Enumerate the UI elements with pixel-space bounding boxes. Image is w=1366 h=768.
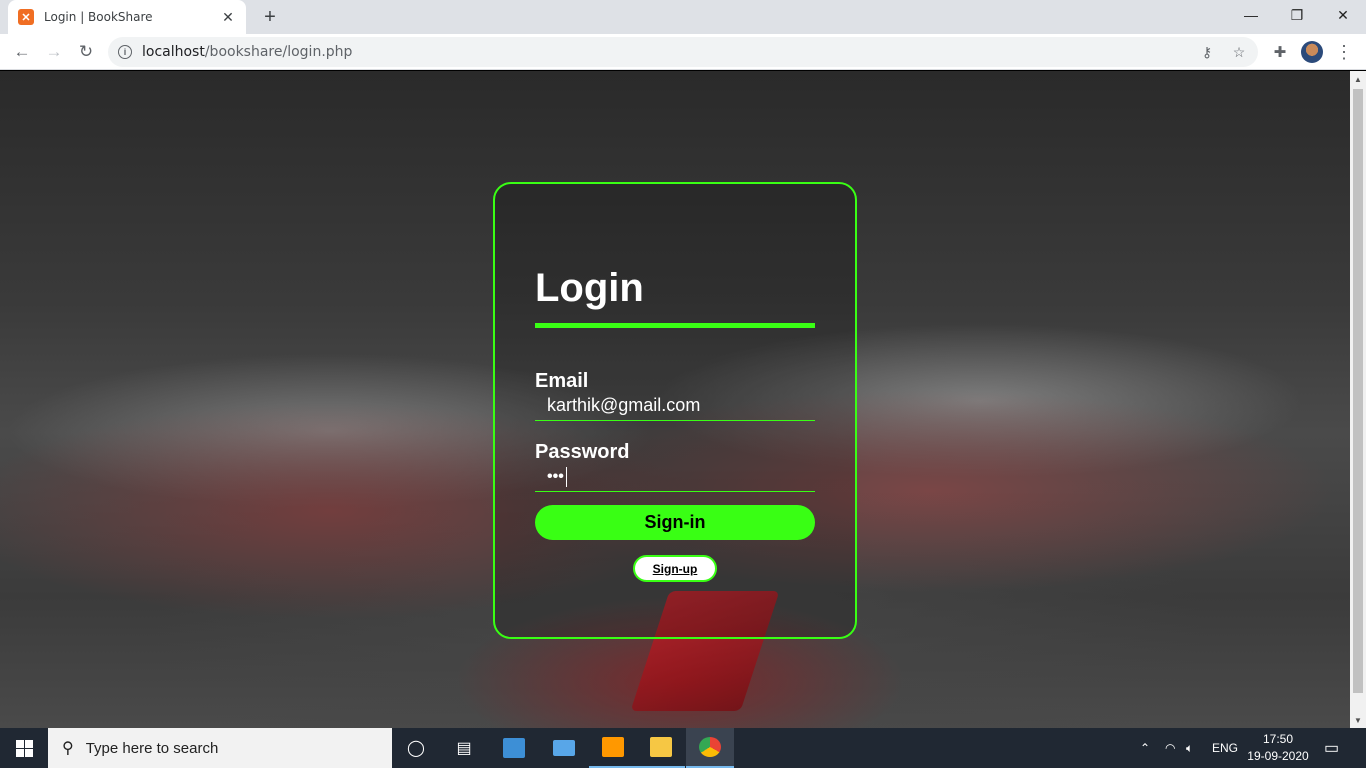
back-button[interactable]: ←	[8, 38, 36, 66]
task-view-icon[interactable]: ▤	[440, 728, 488, 768]
search-placeholder: Type here to search	[85, 739, 219, 757]
control-panel-icon[interactable]	[490, 728, 538, 768]
scroll-thumb[interactable]	[1353, 89, 1363, 693]
search-icon: ⚲	[62, 740, 74, 757]
url-path: /bookshare/login.php	[204, 44, 353, 60]
url-host: localhost	[142, 44, 205, 60]
taskbar: ⚲ Type here to search ◯ ▤ ⌃ ◠ 🔈︎ ENG 17:…	[0, 728, 1366, 768]
chrome-icon[interactable]	[686, 728, 734, 768]
tab-title: Login | BookShare	[44, 10, 153, 24]
email-label: Email	[535, 370, 589, 392]
tab-close-icon[interactable]: ✕	[220, 9, 236, 26]
site-info-icon[interactable]: i	[118, 45, 132, 59]
start-button[interactable]	[0, 728, 48, 768]
login-title: Login	[535, 266, 644, 310]
extensions-icon[interactable]: ✚	[1266, 38, 1294, 66]
clock-date: 19-09-2020	[1247, 749, 1309, 763]
restore-button[interactable]: ❐	[1274, 0, 1320, 30]
signin-button[interactable]: Sign-in	[535, 505, 815, 540]
forward-button[interactable]: →	[40, 38, 68, 66]
menu-icon[interactable]: ⋮	[1330, 38, 1358, 66]
password-field[interactable]: •••	[535, 462, 815, 492]
login-card: Login Email Password ••• Sign-in Sign-up	[493, 182, 857, 639]
windows-logo-icon	[15, 739, 33, 757]
file-explorer-icon[interactable]	[637, 728, 685, 768]
email-field[interactable]	[535, 391, 815, 421]
page-background: Login Email Password ••• Sign-in Sign-up	[0, 71, 1350, 728]
title-underline	[535, 323, 815, 328]
password-label: Password	[535, 441, 630, 463]
cortana-icon[interactable]: ◯	[392, 728, 440, 768]
taskbar-search[interactable]: ⚲ Type here to search	[48, 728, 392, 768]
notifications-icon[interactable]: ▭	[1324, 728, 1339, 768]
browser-toolbar: ← → ↻ i localhost/bookshare/login.php ⚷ …	[0, 34, 1366, 70]
minimize-button[interactable]: —	[1228, 0, 1274, 30]
avatar	[1301, 41, 1323, 63]
browser-tab[interactable]: ✕ Login | BookShare ✕	[8, 0, 246, 34]
tab-strip: ✕ Login | BookShare ✕ + — ❐ ✕	[0, 0, 1366, 34]
key-icon[interactable]: ⚷	[1196, 41, 1218, 63]
close-window-button[interactable]: ✕	[1320, 0, 1366, 30]
scroll-up-icon[interactable]: ▲	[1350, 71, 1366, 87]
scroll-down-icon[interactable]: ▼	[1350, 712, 1366, 728]
text-caret	[566, 467, 567, 487]
page-scrollbar[interactable]: ▲ ▼	[1350, 71, 1366, 728]
clock-time: 17:50	[1262, 732, 1294, 746]
bookmark-star-icon[interactable]: ☆	[1228, 41, 1250, 63]
sublime-text-icon[interactable]	[589, 728, 637, 768]
address-bar[interactable]: i localhost/bookshare/login.php ⚷ ☆	[108, 37, 1258, 67]
xampp-icon: ✕	[18, 9, 34, 25]
this-pc-icon[interactable]	[540, 728, 588, 768]
volume-icon[interactable]: 🔈︎	[1186, 728, 1193, 768]
network-icon[interactable]: ◠	[1165, 728, 1175, 768]
system-clock[interactable]: 17:50 19-09-2020	[1244, 731, 1312, 765]
language-indicator[interactable]: ENG	[1212, 728, 1238, 768]
reload-button[interactable]: ↻	[72, 38, 100, 66]
new-tab-button[interactable]: +	[258, 6, 282, 28]
signup-button[interactable]: Sign-up	[633, 555, 717, 582]
tray-chevron-icon[interactable]: ⌃	[1140, 728, 1150, 768]
profile-avatar[interactable]	[1298, 38, 1326, 66]
